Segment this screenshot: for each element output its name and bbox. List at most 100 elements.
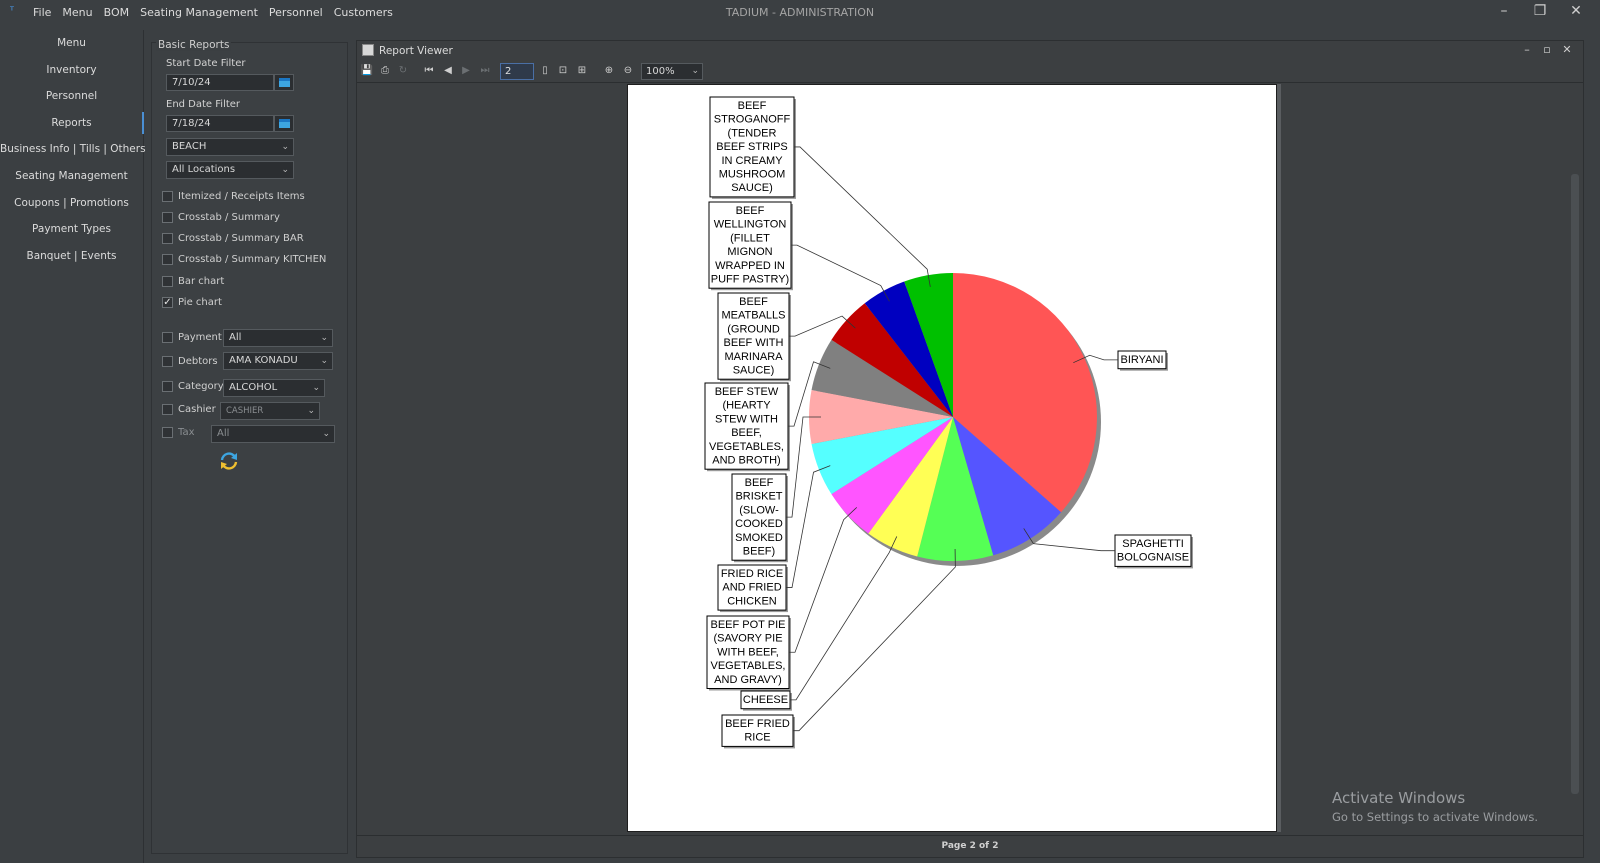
option-pie-chart[interactable]: ✓ Pie chart xyxy=(162,297,222,308)
sidebar-item-seating-management[interactable]: Seating Management xyxy=(0,163,143,190)
sidebar-item-coupons[interactable]: Coupons | Promotions xyxy=(0,190,143,217)
previous-page-icon[interactable]: ◀ xyxy=(440,63,456,79)
sidebar-item-banquet[interactable]: Banquet | Events xyxy=(0,243,143,270)
print-icon[interactable]: ⎙ xyxy=(377,63,393,79)
checkbox[interactable] xyxy=(162,427,173,438)
report-canvas[interactable]: BEEF STROGANOFF (TENDER BEEF STRIPS IN CREAM… xyxy=(357,84,1583,834)
debtors-filter[interactable]: Debtors xyxy=(162,356,218,367)
label-text: MUSHROOM xyxy=(719,169,786,181)
label-text: BEEF xyxy=(736,205,765,217)
checkbox[interactable] xyxy=(162,356,173,367)
label-text: RICE xyxy=(744,732,770,744)
debtors-label: Debtors xyxy=(178,356,218,367)
checkbox[interactable] xyxy=(162,381,173,392)
category-dropdown[interactable]: ALCOHOL ⌄ xyxy=(223,379,325,397)
report-icon xyxy=(362,44,374,56)
checkbox-checked[interactable]: ✓ xyxy=(162,297,173,308)
checkbox[interactable] xyxy=(162,254,173,265)
label-text: BEEF xyxy=(739,296,768,308)
cashier-dropdown[interactable]: CASHIER ⌄ xyxy=(220,402,320,420)
menu-file[interactable]: File xyxy=(33,6,51,19)
restore-button[interactable]: ❐ xyxy=(1522,3,1558,19)
refresh-icon[interactable] xyxy=(218,451,240,471)
label-text: BEEF, xyxy=(731,427,762,439)
payment-filter[interactable]: Payment xyxy=(162,332,222,343)
label-text: BRISKET xyxy=(735,491,782,503)
label-text: AND GRAVY) xyxy=(714,674,782,686)
label-text: SMOKED xyxy=(735,532,783,544)
sidebar-item-payment-types[interactable]: Payment Types xyxy=(0,216,143,243)
zoom-in-icon[interactable]: ⊕ xyxy=(601,63,617,79)
tax-label: Tax xyxy=(178,427,195,438)
fit-page-icon[interactable]: ⊡ xyxy=(555,63,571,79)
label-text: AND BROTH) xyxy=(712,455,780,467)
page-number-input[interactable]: 2 xyxy=(500,63,534,80)
checkbox[interactable] xyxy=(162,212,173,223)
label-text: WITH BEEF, xyxy=(717,646,779,658)
checkbox[interactable] xyxy=(162,233,173,244)
option-crosstab-kitchen[interactable]: Crosstab / Summary KITCHEN xyxy=(162,254,326,265)
menu-bom[interactable]: BOM xyxy=(104,6,130,19)
option-bar-chart[interactable]: Bar chart xyxy=(162,276,224,287)
option-label: Itemized / Receipts Items xyxy=(178,191,305,202)
leader-line xyxy=(789,507,858,653)
location-dropdown[interactable]: BEACH ⌄ xyxy=(166,138,294,156)
checkbox[interactable] xyxy=(162,191,173,202)
menu-customers[interactable]: Customers xyxy=(334,6,393,19)
cashier-label: Cashier xyxy=(178,404,216,415)
zoom-out-icon[interactable]: ⊖ xyxy=(620,63,636,79)
label-text: BEEF STRIPS xyxy=(716,141,788,153)
save-icon[interactable]: 💾 xyxy=(359,63,375,79)
option-itemized[interactable]: Itemized / Receipts Items xyxy=(162,191,305,202)
category-filter[interactable]: Category xyxy=(162,381,224,392)
debtors-dropdown[interactable]: AMA KONADU ⌄ xyxy=(223,352,333,370)
sidebar-item-inventory[interactable]: Inventory xyxy=(0,57,143,84)
checkbox[interactable] xyxy=(162,332,173,343)
checkbox[interactable] xyxy=(162,404,173,415)
label-text: AND FRIED xyxy=(722,582,781,594)
option-label: Crosstab / Summary KITCHEN xyxy=(178,254,327,265)
menu-seating-management[interactable]: Seating Management xyxy=(140,6,258,19)
payment-label: Payment xyxy=(178,332,222,343)
next-page-icon[interactable]: ▶ xyxy=(458,63,474,79)
first-page-icon[interactable]: ⏮ xyxy=(421,63,437,79)
option-crosstab-bar[interactable]: Crosstab / Summary BAR xyxy=(162,233,304,244)
viewer-toolbar: 💾 ⎙ ↻ ⏮ ◀ ▶ ⏭ 2 ▯ ⊡ ⊞ ⊕ ⊖ 100% ⌄ xyxy=(357,61,1583,83)
minimize-button[interactable]: – xyxy=(1486,3,1522,19)
tax-filter[interactable]: Tax xyxy=(162,427,195,438)
zoom-dropdown[interactable]: 100% ⌄ xyxy=(641,63,703,80)
sidebar-item-business-info[interactable]: Business Info | Tills | Others xyxy=(0,136,146,163)
calendar-icon[interactable] xyxy=(274,115,294,132)
actual-size-icon[interactable]: ▯ xyxy=(537,63,553,79)
location-value: BEACH xyxy=(172,141,207,152)
fit-width-icon[interactable]: ⊞ xyxy=(574,63,590,79)
vertical-scrollbar[interactable] xyxy=(1571,174,1579,794)
sidebar-item-reports[interactable]: Reports xyxy=(0,110,144,137)
menu-menu[interactable]: Menu xyxy=(62,6,92,19)
option-crosstab[interactable]: Crosstab / Summary xyxy=(162,212,280,223)
all-locations-dropdown[interactable]: All Locations ⌄ xyxy=(166,161,294,179)
minimize-button[interactable]: – xyxy=(1517,43,1537,56)
leader-line xyxy=(791,244,890,302)
menu-personnel[interactable]: Personnel xyxy=(269,6,323,19)
maximize-button[interactable]: ▫ xyxy=(1537,43,1557,56)
cashier-filter[interactable]: Cashier xyxy=(162,404,216,415)
sidebar-item-personnel[interactable]: Personnel xyxy=(0,83,143,110)
debtors-value: AMA KONADU xyxy=(229,355,298,366)
start-date-label: Start Date Filter xyxy=(166,58,246,69)
sidebar-item-menu[interactable]: Menu xyxy=(0,30,143,57)
checkbox[interactable] xyxy=(162,276,173,287)
close-button[interactable]: ✕ xyxy=(1558,3,1594,19)
close-button[interactable]: ✕ xyxy=(1557,43,1577,56)
end-date-field[interactable]: 7/18/24 xyxy=(166,115,274,132)
reload-icon[interactable]: ↻ xyxy=(395,63,411,79)
start-date-field[interactable]: 7/10/24 xyxy=(166,74,274,91)
tax-dropdown[interactable]: All ⌄ xyxy=(211,425,335,443)
menu-bar: File Menu BOM Seating Management Personn… xyxy=(33,6,404,19)
payment-dropdown[interactable]: All ⌄ xyxy=(223,329,333,347)
label-text: SPAGHETTI xyxy=(1122,538,1184,550)
last-page-icon[interactable]: ⏭ xyxy=(477,63,493,79)
chevron-down-icon: ⌄ xyxy=(312,383,320,393)
chevron-down-icon: ⌄ xyxy=(322,429,330,439)
calendar-icon[interactable] xyxy=(274,74,294,91)
